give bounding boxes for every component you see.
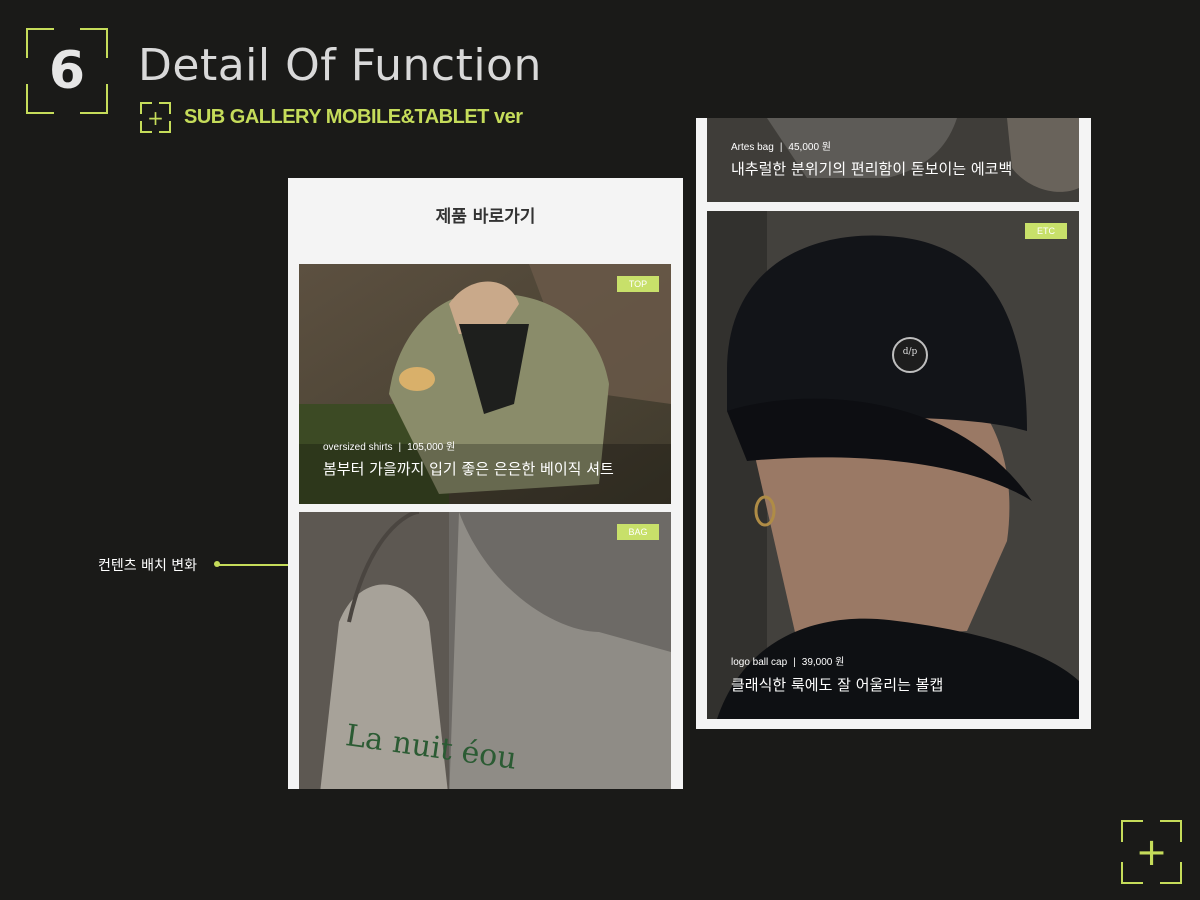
product-description: 봄부터 가을까지 입기 좋은 은은한 베이직 셔트 [323,460,614,478]
cap-logo-text: d/p [902,347,918,357]
product-name: logo ball cap [731,657,788,668]
plus-icon: + [147,105,164,130]
product-meta: oversized shirts | 105,000 원 [323,438,455,453]
meta-separator: | [398,442,402,453]
tablet-preview: Artes bag | 45,000 원 내추럴한 분위기의 편리함이 돋보이는 에… [696,118,1091,729]
annotation-dot-start [214,561,220,567]
corner-plus-frame[interactable]: + [1121,820,1182,884]
product-meta: Artes bag | 45,000 원 [731,138,831,153]
category-badge: BAG [617,524,659,540]
product-card-artes[interactable]: Artes bag | 45,000 원 내추럴한 분위기의 편리함이 돋보이는 에… [707,118,1079,202]
product-description: 클래식한 룩에도 잘 어울리는 볼캡 [731,676,944,694]
product-name: oversized shirts [323,442,393,453]
product-price: 39,000 원 [801,657,845,668]
product-price: 45,000 원 [788,142,831,153]
product-card-top[interactable]: TOP oversized shirts | 105,000 원 봄부터 가을까지 … [299,264,671,504]
section-number: 6 [48,41,86,101]
meta-separator: | [779,142,783,153]
page-subtitle: SUB GALLERY MOBILE&TABLET ver [184,106,523,128]
product-name: Artes bag [731,142,774,153]
category-badge: ETC [1025,223,1067,239]
mobile-heading: 제품 바로가기 [435,207,536,227]
subtitle-plus-frame: + [140,102,172,134]
meta-separator: | [793,657,796,668]
page-title: Detail Of Function [138,40,542,91]
category-badge: TOP [617,276,659,292]
product-meta: logo ball cap | 39,000 원 [731,653,844,668]
plus-icon: + [1135,830,1168,874]
product-card-cap[interactable]: d/p ETC logo ball cap | 39,000 원 클래식한 룩에도 … [707,211,1079,719]
product-card-bag[interactable]: BAG La nuit éou [299,512,671,789]
mobile-preview: 제품 바로가기 TOP oversized shirts | 105,000 원 봄… [288,178,683,789]
section-number-frame: 6 [26,28,108,114]
product-price: 105,000 원 [407,442,456,453]
product-image-cap [707,211,1079,719]
annotation-label: 컨텐츠 배치 변화 [98,558,198,574]
product-description: 내추럴한 분위기의 편리함이 돋보이는 에코백 [731,160,1013,178]
